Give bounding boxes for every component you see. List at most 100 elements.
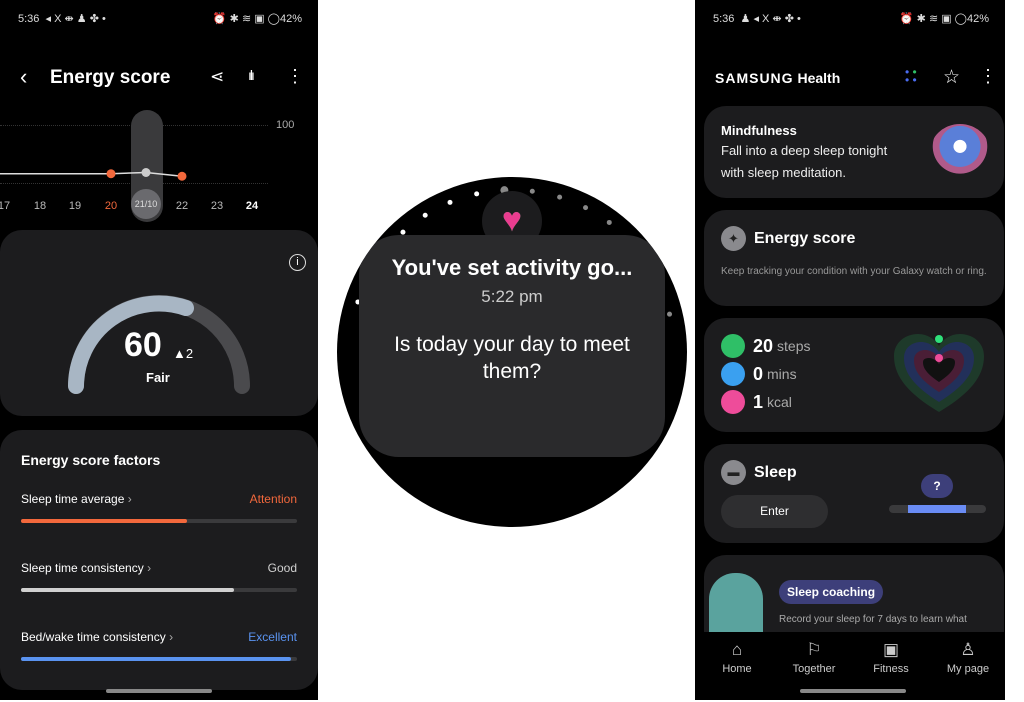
activity-unit: mins xyxy=(767,366,797,382)
factor-status: Excellent xyxy=(248,630,297,644)
factors-title: Energy score factors xyxy=(21,452,161,468)
notification-message: Is today your day to meet them? xyxy=(394,333,630,383)
factor-label: Bed/wake time consistency xyxy=(21,630,166,644)
nav-label: Fitness xyxy=(873,663,909,675)
activity-card[interactable]: 20 steps 0 mins 1 kcal xyxy=(704,318,1004,432)
x-tick[interactable]: 20 xyxy=(105,200,117,212)
energy-text: Keep tracking your condition with your G… xyxy=(721,266,987,277)
status-bar: 5:36 ◂ X ⇼ ♟ ✤ • ⏰ ✱ ≋ ▣ ◯42% xyxy=(18,12,302,25)
nav-my-page[interactable]: ♙ My page xyxy=(938,640,998,675)
progress-dot xyxy=(422,212,428,218)
home-indicator xyxy=(800,689,906,693)
data-point[interactable] xyxy=(177,171,187,181)
app-name: Health xyxy=(797,70,841,86)
status-right: ⏰ ✱ ≋ ▣ ◯42% xyxy=(212,13,302,25)
meditation-illustration xyxy=(930,124,990,180)
nav-icon: ♙ xyxy=(960,640,976,659)
score-label: Fair xyxy=(146,370,170,385)
progress-dot xyxy=(606,219,612,225)
info-icon[interactable]: i xyxy=(289,254,306,271)
activity-icon xyxy=(721,390,745,414)
progress-dot xyxy=(474,191,480,197)
nav-home[interactable]: ⌂ Home xyxy=(707,640,767,675)
status-time: 5:36 xyxy=(18,13,40,25)
nav-label: Home xyxy=(722,663,752,675)
chevron-right-icon: › xyxy=(169,630,174,644)
notification-time: 5:22 pm xyxy=(481,287,543,306)
factor-bar xyxy=(21,519,297,523)
more-icon[interactable]: ⋮ xyxy=(979,66,997,87)
nav-icon: ⌂ xyxy=(731,640,743,659)
chevron-right-icon: › xyxy=(147,561,152,575)
nav-label: My page xyxy=(946,663,990,675)
factor-row[interactable]: Bed/wake time consistency › Excellent xyxy=(21,630,297,661)
progress-dot xyxy=(667,311,673,317)
activity-unit: kcal xyxy=(767,394,792,410)
activity-icon xyxy=(721,362,745,386)
factor-bar xyxy=(21,657,297,661)
factor-label: Sleep time consistency xyxy=(21,561,144,575)
x-tick[interactable]: 21/10 xyxy=(131,189,161,219)
sleep-card[interactable]: ▬ Sleep Enter ? xyxy=(704,444,1004,543)
factor-row[interactable]: Sleep time average › Attention xyxy=(21,492,297,523)
notification-card[interactable]: You've set activity go... 5:22 pm Is tod… xyxy=(359,235,665,457)
energy-line-chart xyxy=(0,168,187,181)
factor-label: Sleep time average xyxy=(21,492,125,506)
app-logo: SAMSUNG Health xyxy=(715,70,840,86)
page-title: Energy score xyxy=(50,67,171,88)
nav-icon: ▣ xyxy=(882,640,900,659)
energy-title: Energy score xyxy=(754,229,856,247)
progress-dot xyxy=(583,205,589,211)
x-tick[interactable]: 17 xyxy=(0,200,10,212)
progress-dot xyxy=(447,199,453,205)
energy-score-card[interactable]: ✦ Energy score Keep tracking your conditi… xyxy=(704,210,1004,306)
x-tick[interactable]: 23 xyxy=(211,200,223,212)
chart-icon[interactable]: ılı xyxy=(248,67,255,83)
sleep-coaching-badge: Sleep coaching xyxy=(779,580,884,604)
x-tick[interactable]: 24 xyxy=(246,200,258,212)
status-right: ⏰ ✱ ≋ ▣ ◯42% xyxy=(899,13,989,25)
activity-value: 20 xyxy=(753,335,774,356)
energy-score-screen: 5:36 ◂ X ⇼ ♟ ✤ • ⏰ ✱ ≋ ▣ ◯42% ‹ Energy sc… xyxy=(0,0,318,700)
back-icon[interactable]: ‹ xyxy=(20,64,27,90)
data-point[interactable] xyxy=(106,169,116,179)
progress-dot xyxy=(557,194,563,200)
nav-icon: ⚐ xyxy=(806,640,822,659)
factors-card: Energy score factors Sleep time average … xyxy=(0,430,318,690)
x-tick[interactable]: 22 xyxy=(176,200,188,212)
sleep-help-bubble[interactable]: ? xyxy=(921,474,953,498)
activity-icon xyxy=(721,334,745,358)
share-icon[interactable]: ⋖ xyxy=(210,67,224,87)
energy-icon: ✦ xyxy=(721,226,746,251)
x-tick[interactable]: 19 xyxy=(69,200,81,212)
series-line xyxy=(0,171,183,177)
activity-value: 1 xyxy=(753,391,764,412)
apps-grid-icon[interactable]: • • • • xyxy=(905,66,917,86)
walrus-mascot xyxy=(709,573,763,637)
data-point[interactable] xyxy=(141,168,151,177)
star-icon[interactable]: ☆ xyxy=(943,66,960,89)
sleep-bar xyxy=(889,505,986,513)
score-delta: ▲2 xyxy=(173,346,194,361)
factor-status: Attention xyxy=(249,492,297,506)
nav-together[interactable]: ⚐ Together xyxy=(784,640,844,675)
activity-heart-rings xyxy=(894,334,984,412)
sleep-enter-button[interactable]: Enter xyxy=(721,495,828,528)
activity-value: 0 xyxy=(753,363,764,384)
brand-name: SAMSUNG xyxy=(715,70,794,86)
status-icons: ◂ X ⇼ ♟ ✤ • xyxy=(45,13,106,25)
mindfulness-card[interactable]: Mindfulness Fall into a deep sleep tonig… xyxy=(704,106,1004,198)
score-value: 60 xyxy=(124,326,162,364)
factor-row[interactable]: Sleep time consistency › Good xyxy=(21,561,297,592)
x-tick[interactable]: 18 xyxy=(34,200,46,212)
samsung-health-home: 5:36 ♟ ◂ X ⇼ ✤ • ⏰ ✱ ≋ ▣ ◯42% SAMSUNG Hea… xyxy=(695,0,1005,700)
more-icon[interactable]: ⋮ xyxy=(286,66,304,87)
watch-face: ♥ You've set activity go... 5:22 pm Is t… xyxy=(337,177,687,527)
sleep-coaching-text: Record your sleep for 7 days to learn wh… xyxy=(779,614,967,625)
factor-status: Good xyxy=(267,561,297,575)
nav-fitness[interactable]: ▣ Fitness xyxy=(861,640,921,675)
progress-dot xyxy=(529,188,535,194)
activity-unit: steps xyxy=(777,338,811,354)
nav-label: Together xyxy=(792,663,836,675)
notification-title: You've set activity go... xyxy=(391,255,633,280)
